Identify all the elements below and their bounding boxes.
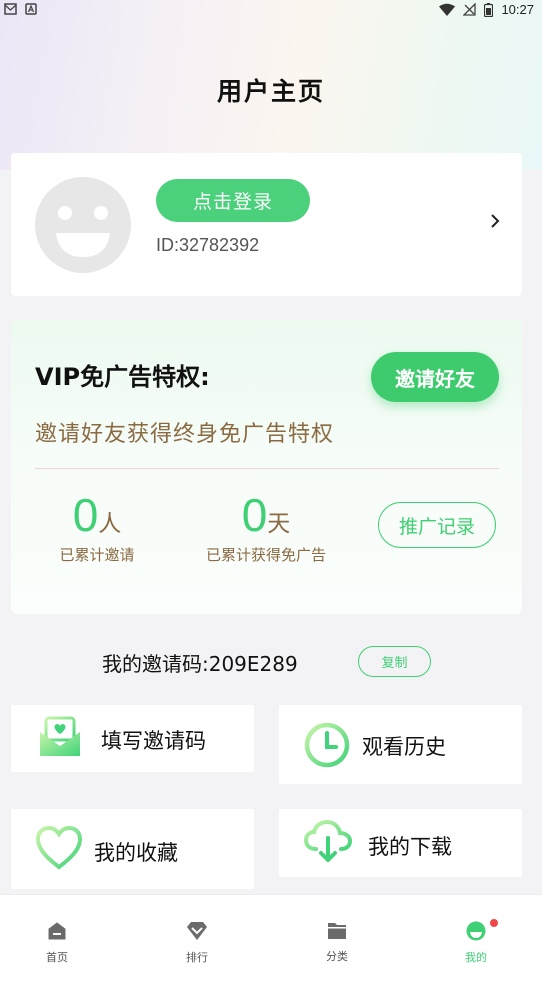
vip-title: VIP免广告特权: <box>35 363 210 391</box>
favorites-label: 我的收藏 <box>94 841 178 865</box>
cloud-download-icon <box>303 819 353 862</box>
watch-history-tile[interactable]: 观看历史 <box>279 705 522 784</box>
tab-ranking-label: 排行 <box>186 951 208 964</box>
avatar[interactable] <box>35 177 131 273</box>
system-icons: 10:27 <box>439 2 534 17</box>
invited-unit: 人 <box>98 511 122 537</box>
invited-label: 已累计邀请 <box>59 546 135 564</box>
vip-subtitle: 邀请好友获得终身免广告特权 <box>35 422 335 447</box>
invite-friends-button[interactable]: 邀请好友 <box>371 352 499 402</box>
envelope-heart-icon <box>40 716 80 756</box>
invite-code-row: 我的邀请码:209E289 复制 <box>0 646 542 677</box>
tab-ranking[interactable]: 排行 <box>157 921 237 965</box>
login-button[interactable]: 点击登录 <box>156 179 310 222</box>
favorites-tile[interactable]: 我的收藏 <box>11 809 254 889</box>
status-bar: 10:27 <box>0 0 542 18</box>
tab-category-label: 分类 <box>326 950 348 963</box>
invited-count: 0 <box>72 489 99 541</box>
user-profile-card[interactable]: 点击登录 ID:32782392 <box>11 153 522 296</box>
home-icon <box>48 922 66 940</box>
days-unit: 天 <box>267 511 291 537</box>
notification-badge <box>490 919 498 927</box>
promotion-record-button[interactable]: 推广记录 <box>378 502 496 548</box>
wifi-icon <box>439 3 456 16</box>
downloads-tile[interactable]: 我的下载 <box>279 809 522 877</box>
profile-face-icon <box>466 921 486 941</box>
chevron-right-icon[interactable] <box>490 213 500 229</box>
battery-icon <box>484 2 494 17</box>
notification-icons <box>4 3 37 15</box>
invited-stat: 0人 已累计邀请 <box>47 488 147 565</box>
downloads-label: 我的下载 <box>368 835 452 859</box>
days-label: 已累计获得免广告 <box>205 546 326 564</box>
clock-icon <box>304 722 350 768</box>
user-id: ID:32782392 <box>156 235 260 255</box>
tab-home-label: 首页 <box>46 951 68 964</box>
fill-invite-code-label: 填写邀请码 <box>101 729 206 753</box>
page-title: 用户主页 <box>216 77 325 106</box>
invite-code-label: 我的邀请码:209E289 <box>102 652 298 676</box>
ad-free-days-stat: 0天 已累计获得免广告 <box>201 488 331 565</box>
heart-icon <box>35 825 83 870</box>
app-notification-icon <box>25 3 37 15</box>
tab-mine[interactable]: 我的 <box>436 919 516 965</box>
clock: 10:27 <box>501 2 534 17</box>
mail-icon <box>4 3 17 15</box>
smiley-avatar-icon <box>56 206 110 257</box>
tab-home[interactable]: 首页 <box>17 921 97 965</box>
fill-invite-code-tile[interactable]: 填写邀请码 <box>11 705 254 772</box>
vip-privilege-card: VIP免广告特权: 邀请好友 邀请好友获得终身免广告特权 0人 已累计邀请 0天… <box>11 320 522 614</box>
no-signal-icon <box>463 3 477 16</box>
watch-history-label: 观看历史 <box>362 735 446 759</box>
folder-icon <box>328 923 346 939</box>
diamond-icon <box>187 922 207 940</box>
copy-button[interactable]: 复制 <box>358 646 431 677</box>
tab-mine-label: 我的 <box>465 951 487 964</box>
bottom-tab-bar: 首页 排行 分类 我的 <box>0 894 542 983</box>
days-count: 0 <box>241 489 268 541</box>
tab-category[interactable]: 分类 <box>297 921 377 964</box>
divider <box>35 468 499 469</box>
